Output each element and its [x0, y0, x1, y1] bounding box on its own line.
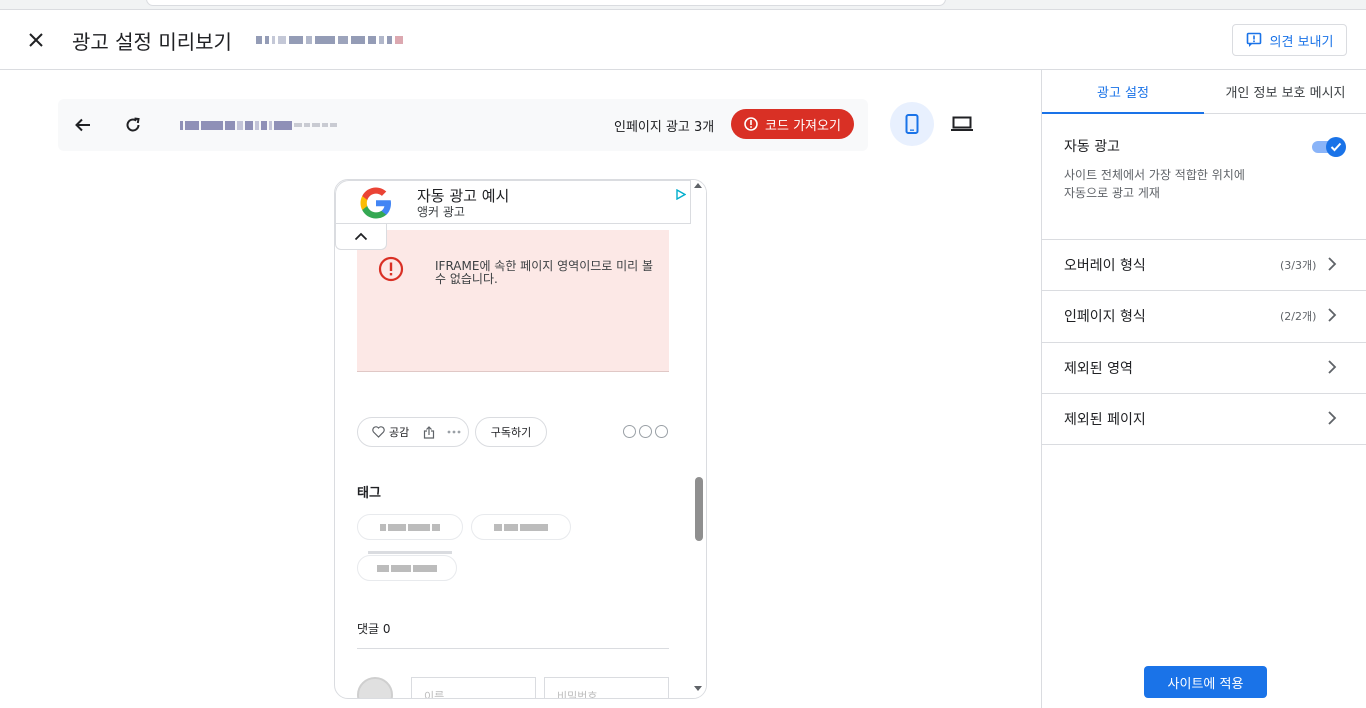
iframe-message: IFRAME에 속한 페이지 영역이므로 미리 볼 수 없습니다.: [435, 259, 654, 286]
adchoices-icon[interactable]: [676, 185, 687, 204]
header: 광고 설정 미리보기 의견 보내기: [0, 10, 1366, 70]
feedback-icon: [1246, 32, 1261, 47]
laptop-icon: [951, 116, 973, 131]
tab-ad-settings[interactable]: 광고 설정: [1042, 70, 1204, 114]
excluded-pages-row[interactable]: 제외된 페이지: [1042, 393, 1366, 444]
more-icon: [447, 430, 461, 434]
tab-privacy-messages[interactable]: 개인 정보 보호 메시지: [1204, 70, 1366, 114]
browser-address-bar[interactable]: [146, 0, 946, 6]
chevron-right-icon: [1328, 360, 1337, 374]
feedback-button[interactable]: 의견 보내기: [1232, 24, 1347, 56]
scrollbar[interactable]: [691, 180, 706, 698]
post-actions: 공감 구독하기: [357, 417, 669, 447]
chevron-right-icon: [1328, 308, 1337, 322]
preview-url-redacted: [180, 117, 420, 133]
avatar: [357, 677, 393, 698]
feedback-label: 의견 보내기: [1269, 34, 1334, 50]
comment-name-field[interactable]: 이름: [411, 677, 536, 698]
arrow-back-icon: [75, 118, 90, 132]
error-icon: [378, 256, 404, 286]
inpage-ad-count: 인페이지 광고 3개: [614, 120, 715, 135]
scrollbar-thumb[interactable]: [695, 477, 703, 541]
site-url-redacted: [256, 32, 456, 48]
google-logo-icon: [358, 185, 394, 221]
preview-area: 인페이지 광고 3개 코드 가져오기 IFRAME에 속한 페이지 영역이므로 …: [0, 70, 1041, 708]
chevron-up-icon: [354, 232, 368, 241]
inpage-formats-row[interactable]: 인페이지 형식 (2/2개): [1042, 290, 1366, 341]
like-label: 공감: [389, 426, 410, 439]
divider: [1042, 444, 1366, 445]
mobile-view-button[interactable]: [890, 102, 934, 146]
desktop-view-button[interactable]: [940, 102, 984, 146]
check-icon: [1330, 142, 1342, 152]
comments-divider: [357, 648, 669, 649]
comments-count: 댓글 0: [357, 622, 391, 636]
chevron-right-icon: [1328, 257, 1337, 271]
anchor-ad-subtitle: 앵커 광고: [417, 205, 465, 219]
back-button[interactable]: [69, 111, 97, 139]
page-title: 광고 설정 미리보기: [72, 30, 232, 54]
excluded-areas-row[interactable]: 제외된 영역: [1042, 342, 1366, 393]
tag-chip[interactable]: [357, 555, 457, 581]
preview-toolbar: 인페이지 광고 3개 코드 가져오기: [58, 99, 868, 151]
tag-heading: 태그: [357, 486, 381, 501]
smartphone-icon: [905, 114, 919, 134]
cc-license-icons: [623, 425, 668, 438]
get-code-button[interactable]: 코드 가져오기: [731, 109, 854, 139]
tag-chip[interactable]: [357, 514, 463, 540]
apply-to-site-button[interactable]: 사이트에 적용: [1144, 666, 1267, 698]
anchor-ad[interactable]: 자동 광고 예시 앵커 광고: [335, 180, 691, 224]
scroll-up-arrow-icon[interactable]: [694, 183, 702, 188]
anchor-collapse-button[interactable]: [335, 224, 387, 250]
close-button[interactable]: [20, 24, 52, 56]
like-share-group[interactable]: 공감: [357, 417, 469, 447]
chevron-right-icon: [1328, 411, 1337, 425]
mobile-preview-frame: IFRAME에 속한 페이지 영역이므로 미리 볼 수 없습니다. 자동 광고 …: [334, 179, 707, 699]
reload-button[interactable]: [119, 111, 147, 139]
overlay-formats-row[interactable]: 오버레이 형식 (3/3개): [1042, 239, 1366, 290]
share-icon: [424, 425, 435, 439]
auto-ads-title: 자동 광고: [1064, 139, 1120, 155]
comment-password-field[interactable]: 비밀번호: [544, 677, 669, 698]
auto-ads-description: 사이트 전체에서 가장 적합한 위치에 자동으로 광고 게재: [1064, 168, 1245, 200]
iframe-placeholder: IFRAME에 속한 페이지 영역이므로 미리 볼 수 없습니다.: [357, 230, 669, 372]
refresh-icon: [126, 117, 140, 132]
tag-divider: [368, 551, 452, 554]
browser-top-strip: [0, 0, 1366, 10]
close-icon: [29, 33, 43, 47]
error-icon: [744, 117, 758, 131]
get-code-label: 코드 가져오기: [765, 118, 841, 134]
scroll-down-arrow-icon[interactable]: [694, 686, 702, 691]
settings-panel: 광고 설정 개인 정보 보호 메시지 자동 광고 사이트 전체에서 가장 적합한…: [1041, 70, 1366, 708]
tag-chip[interactable]: [471, 514, 571, 540]
subscribe-button[interactable]: 구독하기: [475, 417, 547, 447]
auto-ads-toggle[interactable]: [1312, 137, 1346, 157]
heart-icon: [372, 426, 385, 438]
